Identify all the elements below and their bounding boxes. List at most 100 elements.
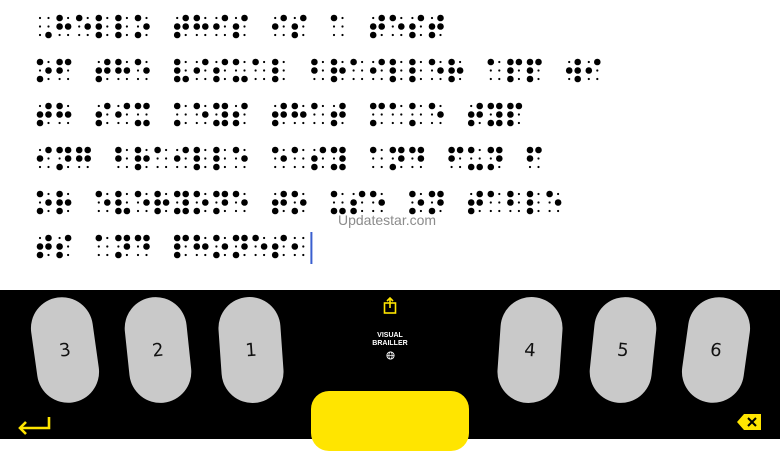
braille-dot [36, 75, 44, 83]
braille-dot-placeholder [568, 77, 571, 81]
braille-dot-placeholder [106, 209, 109, 213]
braille-dot-placeholder [302, 192, 305, 196]
braille-dot [84, 23, 91, 30]
braille-dot-placeholder [204, 16, 207, 20]
braille-dot [115, 14, 122, 22]
braille-dot [389, 163, 397, 171]
braille-dot-placeholder [176, 201, 179, 204]
braille-dot [123, 243, 131, 250]
braille-dot-placeholder [302, 33, 305, 37]
braille-dot-placeholder [254, 245, 257, 248]
braille-cell [115, 146, 128, 169]
dot-key-5[interactable]: 5 [586, 294, 660, 406]
braille-cell [75, 146, 91, 169]
dot-key-1[interactable]: 1 [216, 294, 286, 406]
braille-dot [554, 199, 562, 206]
braille-dot-placeholder [489, 69, 492, 72]
braille-dot-placeholder [517, 113, 521, 116]
braille-cell [369, 14, 386, 39]
braille-dot [75, 155, 83, 162]
braille-dot-placeholder [145, 16, 148, 20]
braille-dot-placeholder [136, 77, 140, 81]
braille-dot [173, 102, 181, 110]
braille-dot-placeholder [352, 192, 355, 196]
braille-dot [45, 102, 52, 110]
braille-dot [437, 111, 444, 118]
braille-cell [36, 190, 52, 215]
braille-dot [252, 234, 259, 242]
braille-cell [330, 146, 346, 171]
braille-cell [291, 236, 305, 257]
braille-dot [594, 58, 601, 66]
braille-dot [428, 102, 436, 110]
braille-dot-placeholder [282, 253, 285, 257]
braille-dot-placeholder [391, 121, 394, 125]
braille-dot-placeholder [419, 60, 422, 64]
braille-dot [173, 243, 181, 250]
braille-dot-placeholder [332, 201, 336, 204]
braille-cell [369, 102, 386, 127]
braille-dot [526, 75, 534, 83]
braille-dot [193, 234, 201, 242]
braille-cell [585, 58, 601, 81]
braille-dot-placeholder [106, 121, 109, 125]
braille-cell [232, 58, 248, 83]
return-arrow-icon[interactable] [16, 415, 52, 435]
braille-dot-placeholder [498, 165, 501, 169]
braille-dot [173, 58, 181, 66]
braille-dot-placeholder [263, 253, 266, 257]
braille-dot [339, 102, 346, 110]
braille-dot [182, 199, 189, 206]
braille-dot-placeholder [145, 165, 148, 169]
braille-dot-placeholder [47, 121, 50, 125]
braille-dot [241, 234, 248, 242]
braille-dot [311, 155, 318, 162]
braille-dot-placeholder [204, 104, 207, 108]
braille-dot-placeholder [361, 60, 364, 64]
braille-dot-placeholder [223, 33, 226, 37]
braille-dot [154, 207, 161, 215]
braille-dot [232, 251, 240, 259]
backspace-icon[interactable] [736, 413, 762, 431]
braille-cell [232, 14, 248, 39]
space-key[interactable] [311, 391, 469, 451]
braille-dot [56, 190, 63, 198]
braille-dot [546, 190, 553, 198]
braille-dot-placeholder [548, 201, 551, 204]
share-icon[interactable] [382, 297, 398, 315]
braille-cell [36, 146, 52, 169]
braille-dot-placeholder [78, 25, 81, 28]
braille-dot-placeholder [302, 157, 305, 160]
braille-dot [36, 251, 44, 259]
braille-dot-placeholder [38, 25, 42, 28]
braille-dot-placeholder [125, 113, 128, 116]
braille-dot [311, 102, 318, 110]
braille-dot-placeholder [372, 113, 375, 116]
braille-cell [565, 58, 581, 83]
braille-cell [134, 14, 150, 39]
dot-key-6[interactable]: 6 [677, 293, 755, 407]
braille-dot [213, 146, 220, 154]
braille-dot [202, 23, 209, 30]
braille-dot-placeholder [282, 121, 285, 125]
braille-dot [56, 251, 63, 259]
dot-key-2[interactable]: 2 [121, 294, 195, 406]
braille-dot [291, 23, 299, 30]
braille-dot [437, 67, 444, 74]
braille-dot-placeholder [97, 253, 100, 257]
braille-dot-placeholder [537, 192, 540, 196]
braille-cell [56, 146, 72, 171]
braille-dot-placeholder [195, 113, 198, 116]
braille-dot-placeholder [67, 33, 70, 37]
braille-dot [428, 31, 436, 39]
braille-dot [507, 119, 514, 127]
braille-dot [36, 243, 44, 250]
braille-dot [36, 155, 44, 162]
dot-key-3[interactable]: 3 [26, 293, 104, 407]
braille-text-area[interactable]: Updatestar.com [0, 0, 780, 290]
braille-cell [252, 58, 266, 81]
braille-dot-placeholder [243, 25, 246, 28]
braille-dot-placeholder [321, 113, 324, 116]
dot-key-4[interactable]: 4 [495, 294, 565, 406]
braille-dot [84, 146, 91, 154]
